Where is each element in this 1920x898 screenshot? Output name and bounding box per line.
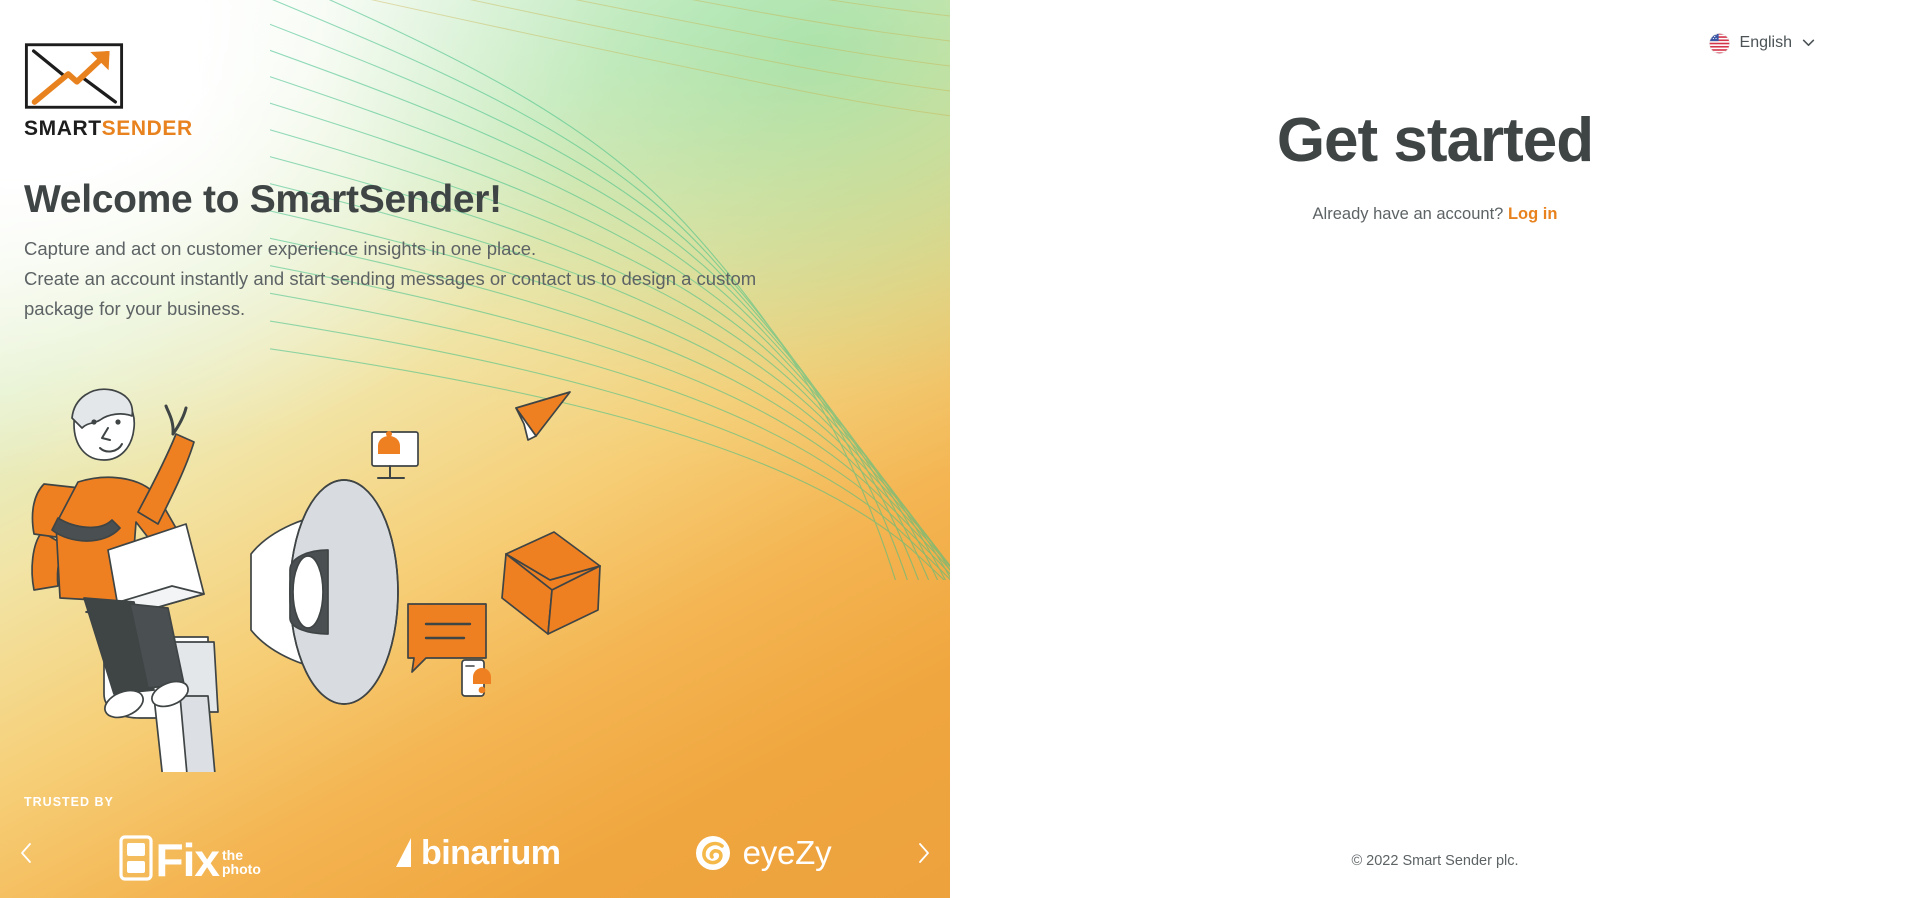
welcome-subtitle-line-1: Capture and act on customer experience i… — [24, 238, 537, 259]
eyezy-eye-icon — [695, 836, 730, 870]
signup-panel: ← Back to home page — [950, 0, 1920, 898]
language-selector[interactable]: English — [1708, 26, 1815, 60]
login-prompt-text: Already have an account? — [1312, 205, 1504, 223]
partner-fix-word: Fix — [155, 833, 220, 886]
welcome-title: Welcome to SmartSender! — [24, 178, 502, 221]
logo-wordmark: SMARTSENDER — [24, 117, 192, 140]
partner-fix-sub-photo: photo — [222, 861, 261, 878]
us-flag-icon — [1708, 32, 1730, 54]
login-link[interactable]: Log in — [1508, 205, 1557, 223]
chevron-right-icon — [919, 843, 929, 863]
partner-logo-fixthephoto[interactable]: Fix the photo — [118, 825, 261, 886]
welcome-subtitle-line-3: package for your business. — [24, 298, 246, 319]
smartsender-logo[interactable]: SMARTSENDER — [24, 42, 192, 140]
binarium-mark-icon — [395, 838, 411, 867]
man-with-laptop-on-megaphone-illustration — [31, 388, 601, 772]
carousel-next-button[interactable] — [898, 823, 950, 883]
film-strip-icon — [118, 835, 153, 881]
chevron-left-icon — [21, 843, 31, 863]
partner-binarium-word: binarium — [420, 833, 561, 872]
marketing-panel: SMARTSENDER Welcome to SmartSender! Capt… — [0, 0, 950, 898]
language-label: English — [1739, 34, 1792, 51]
logo-word-sender: SENDER — [101, 117, 193, 140]
page-title: Get started — [1276, 106, 1594, 175]
welcome-subtitle: Capture and act on customer experience i… — [24, 234, 884, 324]
carousel-prev-button[interactable] — [0, 823, 52, 883]
welcome-subtitle-line-2: Create an account instantly and start se… — [24, 268, 757, 289]
partner-fix-sub-the: the — [222, 846, 243, 863]
partner-fix-subwords: the photo — [222, 846, 261, 881]
partner-logo-carousel: Fix the photo binarium eyeZy — [0, 818, 950, 888]
copyright-text: © 2022 Smart Sender plc. — [1351, 853, 1519, 869]
partner-logo-binarium[interactable]: binarium — [394, 825, 561, 881]
partner-logo-eyezy[interactable]: eyeZy — [694, 825, 832, 881]
envelope-growth-arrow-icon — [24, 43, 124, 109]
login-prompt: Already have an account? Log in — [950, 205, 1920, 224]
carousel-track: Fix the photo binarium eyeZy — [52, 823, 898, 883]
partner-eyezy-word: eyeZy — [742, 834, 832, 871]
signup-page: SMARTSENDER Welcome to SmartSender! Capt… — [0, 0, 1920, 898]
logo-word-smart: SMART — [24, 117, 102, 140]
trusted-by-label: TRUSTED BY — [24, 795, 114, 809]
chevron-down-icon — [1802, 39, 1815, 47]
